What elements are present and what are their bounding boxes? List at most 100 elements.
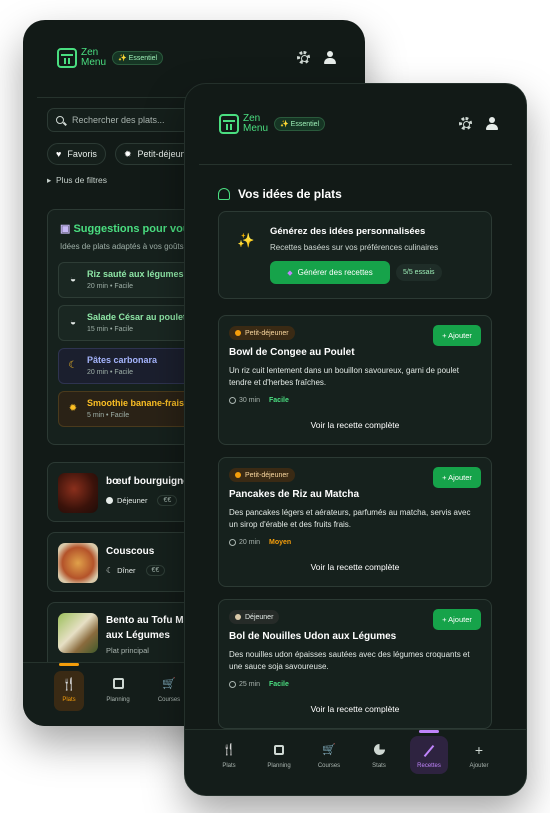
add-button[interactable]: + Ajouter	[433, 325, 481, 346]
category-chip: Petit-déjeuner	[229, 326, 295, 340]
phone-screen-recipe-ideas: Zen Menu ✨ Essentiel Vos idées de plats …	[184, 83, 527, 796]
nav-ajouter[interactable]: + Ajouter	[458, 730, 500, 795]
clock-icon	[229, 539, 236, 546]
recipe-description: Des nouilles udon épaisses sautées avec …	[229, 650, 470, 671]
search-icon	[56, 116, 64, 124]
suggestion-name: Salade César au poulet	[87, 312, 187, 322]
nav-stats[interactable]: Stats	[358, 730, 400, 795]
chip-favoris[interactable]: ♥ Favoris	[47, 143, 106, 165]
logo-line2: Menu	[81, 57, 107, 68]
clock-icon	[229, 681, 236, 688]
meal-tag: Déjeuner	[117, 496, 148, 505]
plus-icon: +	[474, 742, 484, 758]
recipe-idea-card: Petit-déjeuner + Ajouter Bowl de Congee …	[218, 315, 492, 445]
cart-icon: 🛒	[162, 678, 176, 690]
nav-label: Ajouter	[469, 763, 489, 769]
heart-icon: ♥	[56, 149, 62, 159]
generate-recipes-button[interactable]: ◆ Générer des recettes	[270, 261, 390, 284]
recipe-idea-card: Déjeuner + Ajouter Bol de Nouilles Udon …	[218, 599, 492, 729]
add-button[interactable]: + Ajouter	[433, 609, 481, 630]
nav-label: Planning	[106, 697, 130, 703]
recipe-description: Des pancakes légers et aérateurs, parfum…	[229, 508, 471, 529]
nav-plats[interactable]: 🍴 Plats	[47, 663, 91, 726]
moon-icon: ☾	[68, 360, 78, 371]
difficulty-label: Moyen	[269, 539, 292, 546]
calendar-logo-icon	[57, 48, 77, 68]
plan-badge: ✨ Essentiel	[112, 51, 164, 65]
sun-icon: ✹	[124, 148, 132, 159]
cart-icon: 🛒	[322, 744, 336, 756]
recipe-title: Pancakes de Riz au Matcha	[229, 489, 360, 500]
price-badge: €€	[157, 495, 178, 506]
recipe-meta: 30 min Facile	[229, 397, 289, 404]
pie-chart-icon	[372, 744, 386, 756]
gear-icon[interactable]	[459, 117, 472, 130]
category-chip: Déjeuner	[229, 610, 280, 624]
recipe-category: Plat principal	[106, 646, 149, 655]
active-indicator	[419, 730, 439, 733]
suggestion-name: Smoothie banane-fraise	[87, 398, 190, 408]
sun-icon: ✹	[68, 403, 78, 414]
chip-label: Favoris	[67, 149, 97, 159]
recipe-meta: 25 min Facile	[229, 681, 289, 688]
more-filters-toggle[interactable]: ▸ Plus de filtres	[47, 175, 107, 186]
suggestions-title: ▣ Suggestions pour vous	[60, 223, 196, 235]
recipe-description: Un riz cuit lentement dans un bouillon s…	[229, 366, 459, 387]
user-icon[interactable]	[324, 51, 336, 64]
bowl-icon: ◒	[69, 317, 77, 328]
app-logo[interactable]: Zen Menu ✨ Essentiel	[219, 114, 326, 134]
utensils-icon: 🍴	[61, 677, 77, 691]
nav-recettes[interactable]: Recettes	[408, 730, 450, 795]
user-icon[interactable]	[486, 117, 498, 130]
suggestion-name: Riz sauté aux légumes	[87, 269, 184, 279]
meal-tag: Dîner	[117, 566, 136, 575]
nav-planning[interactable]: Planning	[258, 730, 300, 795]
button-label: Générer des recettes	[297, 268, 373, 277]
view-recipe-link[interactable]: Voir la recette complète	[219, 704, 491, 714]
price-badge: €€	[145, 565, 166, 576]
app-header: Zen Menu ✨ Essentiel	[185, 84, 526, 162]
suggestion-meta: 20 min • Facile	[87, 369, 134, 376]
recipe-time: 30 min	[239, 397, 261, 404]
calendar-icon	[272, 744, 286, 756]
recipe-thumbnail	[58, 613, 98, 653]
suggestion-meta: 5 min • Facile	[87, 412, 130, 419]
suggestion-meta: 15 min • Facile	[87, 326, 134, 333]
calendar-icon	[110, 677, 126, 691]
recipe-title: bœuf bourguignon	[106, 476, 196, 487]
sparkles-icon: ✨	[237, 232, 255, 248]
idea-generator-card: ✨ Générez des idées personnalisées Recet…	[218, 211, 492, 299]
nav-planning[interactable]: Planning	[96, 663, 140, 726]
nav-label: Plats	[222, 763, 236, 769]
recipe-thumbnail	[58, 473, 98, 513]
utensils-icon: 🍴	[222, 744, 236, 756]
nav-label: Recettes	[417, 763, 441, 769]
caret-right-icon: ▸	[47, 175, 52, 185]
bottom-navigation: 🍴 Plats Planning 🛒 Courses Stats Recette…	[185, 729, 526, 795]
view-recipe-link[interactable]: Voir la recette complète	[219, 562, 491, 572]
recipe-title: Bowl de Congee au Poulet	[229, 347, 355, 358]
moon-icon: ☾	[106, 566, 114, 575]
sun-icon	[106, 497, 113, 504]
robot-icon: ▣	[60, 223, 71, 235]
add-button[interactable]: + Ajouter	[433, 467, 481, 488]
nav-courses[interactable]: 🛒 Courses	[308, 730, 350, 795]
difficulty-label: Facile	[269, 681, 289, 688]
search-placeholder: Rechercher des plats...	[72, 115, 165, 125]
recipe-title: Couscous	[106, 546, 155, 557]
suggestion-meta: 20 min • Facile	[87, 283, 134, 290]
bowl-icon: ◒	[69, 274, 77, 285]
page-title: Vos idées de plats	[218, 187, 342, 201]
recipe-time: 20 min	[239, 539, 261, 546]
magic-icon: ◆	[287, 269, 293, 277]
sun-icon	[235, 330, 241, 336]
nav-plats[interactable]: 🍴 Plats	[208, 730, 250, 795]
recipe-meta: 20 min Moyen	[229, 539, 291, 546]
active-indicator	[59, 663, 79, 666]
nav-label: Plats	[62, 697, 76, 703]
gear-icon[interactable]	[297, 51, 310, 64]
chef-hat-icon	[218, 188, 230, 200]
app-logo[interactable]: Zen Menu ✨ Essentiel	[57, 48, 164, 68]
view-recipe-link[interactable]: Voir la recette complète	[219, 420, 491, 430]
suggestion-name: Pâtes carbonara	[87, 355, 158, 365]
